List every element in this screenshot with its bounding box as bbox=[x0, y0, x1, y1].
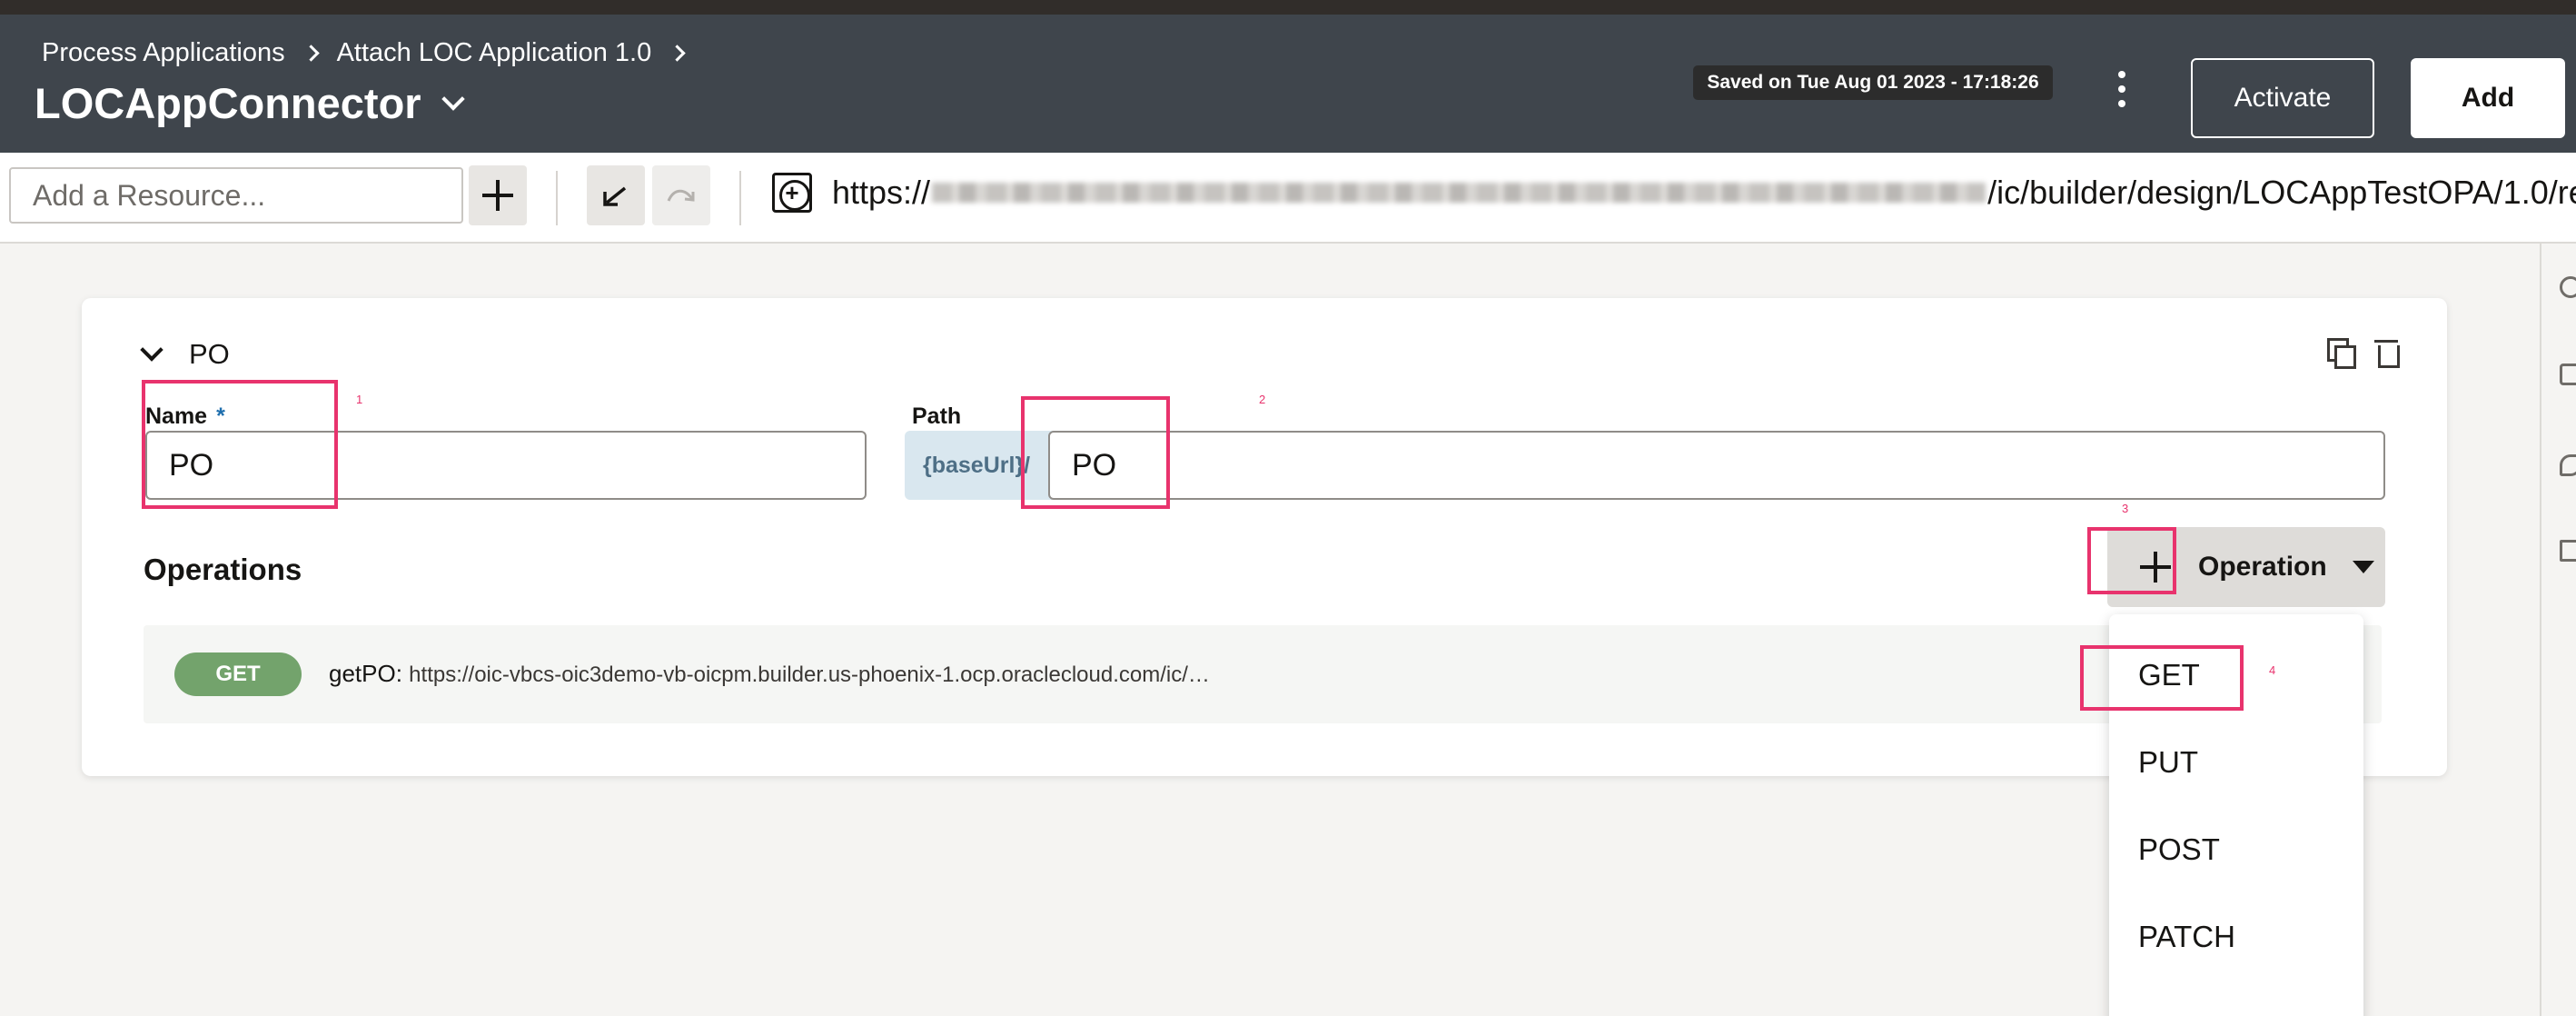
resource-url: https:// /ic/builder/design/LOCAppTestOP… bbox=[772, 173, 2576, 213]
operation-summary: getPO: https://oic-vbcs-oic3demo-vb-oicp… bbox=[329, 660, 1210, 688]
operation-button-label: Operation bbox=[2198, 552, 2327, 582]
endpoint-icon bbox=[772, 173, 812, 213]
url-prefix: https:// bbox=[832, 174, 931, 211]
add-resource-input[interactable] bbox=[9, 167, 463, 224]
plus-icon bbox=[482, 180, 513, 211]
menu-item-post[interactable]: POST bbox=[2138, 832, 2220, 867]
copy-icon[interactable] bbox=[2327, 338, 2356, 369]
undo-button[interactable] bbox=[587, 165, 645, 225]
operations-heading: Operations bbox=[144, 553, 302, 586]
app-header: Process Applications Attach LOC Applicat… bbox=[0, 15, 2576, 153]
lock-icon[interactable] bbox=[2560, 364, 2576, 385]
top-strip bbox=[0, 0, 2576, 15]
caret-down-icon bbox=[2352, 561, 2374, 573]
settings-icon[interactable] bbox=[2560, 276, 2576, 298]
operation-row[interactable]: GET getPO: https://oic-vbcs-oic3demo-vb-… bbox=[144, 625, 2382, 723]
add-operation-button[interactable]: Operation bbox=[2107, 527, 2385, 607]
operation-url: https://oic-vbcs-oic3demo-vb-oicpm.build… bbox=[409, 662, 1210, 687]
more-actions-icon[interactable] bbox=[2107, 62, 2136, 116]
annotation-number: 2 bbox=[1259, 393, 1266, 406]
redacted-host bbox=[932, 183, 1986, 203]
name-label: Name * bbox=[145, 403, 225, 430]
chevron-down-icon[interactable] bbox=[441, 86, 465, 111]
method-dropdown-menu: GET PUT POST PATCH bbox=[2109, 614, 2363, 1016]
undo-icon bbox=[603, 186, 627, 206]
collapse-chevron-icon[interactable] bbox=[140, 338, 163, 362]
menu-item-get[interactable]: GET bbox=[2138, 658, 2200, 692]
name-label-text: Name bbox=[145, 403, 208, 429]
plus-icon[interactable] bbox=[2140, 552, 2171, 583]
menu-item-patch[interactable]: PATCH bbox=[2138, 920, 2235, 954]
breadcrumb-process-applications[interactable]: Process Applications bbox=[42, 38, 285, 68]
resource-section-header[interactable]: PO bbox=[140, 338, 230, 371]
menu-item-put[interactable]: PUT bbox=[2138, 745, 2198, 780]
redo-icon bbox=[667, 189, 695, 202]
breadcrumb-application[interactable]: Attach LOC Application 1.0 bbox=[337, 38, 652, 68]
annotation-number: 3 bbox=[2122, 502, 2129, 515]
designer-toolbar: https:// /ic/builder/design/LOCAppTestOP… bbox=[0, 153, 2576, 244]
operation-name: getPO: bbox=[329, 660, 402, 687]
chevron-right-icon bbox=[302, 45, 320, 62]
toolbar-divider bbox=[739, 171, 741, 225]
path-label: Path bbox=[912, 403, 962, 429]
path-field[interactable]: PO bbox=[1048, 431, 2385, 500]
annotation-number: 1 bbox=[356, 393, 363, 406]
resource-url-text: https:// /ic/builder/design/LOCAppTestOP… bbox=[832, 174, 2576, 212]
right-side-rail bbox=[2540, 244, 2576, 1016]
app-title-switcher[interactable]: LOCAppConnector bbox=[35, 78, 465, 128]
breadcrumb: Process Applications Attach LOC Applicat… bbox=[42, 38, 686, 68]
table-icon[interactable] bbox=[2560, 540, 2576, 562]
resource-card: PO Name * PO Path {baseUrl}/ PO Operation… bbox=[82, 298, 2447, 776]
add-button[interactable]: Add bbox=[2411, 58, 2565, 138]
toolbar-divider bbox=[556, 171, 558, 225]
name-field[interactable]: PO bbox=[145, 431, 867, 500]
delete-icon[interactable] bbox=[2374, 338, 2400, 368]
resource-section-title: PO bbox=[189, 338, 230, 370]
add-resource-button[interactable] bbox=[469, 165, 527, 225]
saved-status-badge: Saved on Tue Aug 01 2023 - 17:18:26 bbox=[1693, 65, 2053, 100]
method-badge: GET bbox=[174, 652, 302, 696]
base-url-prefix: {baseUrl}/ bbox=[905, 431, 1068, 500]
redo-button[interactable] bbox=[652, 165, 710, 225]
activate-button[interactable]: Activate bbox=[2191, 58, 2374, 138]
eye-icon[interactable] bbox=[2560, 454, 2576, 476]
annotation-number: 4 bbox=[2269, 663, 2276, 677]
required-marker: * bbox=[216, 403, 225, 429]
url-suffix: /ic/builder/design/LOCAppTestOPA/1.0/res… bbox=[1987, 174, 2576, 211]
page-title: LOCAppConnector bbox=[35, 79, 421, 127]
chevron-right-icon[interactable] bbox=[669, 45, 686, 62]
